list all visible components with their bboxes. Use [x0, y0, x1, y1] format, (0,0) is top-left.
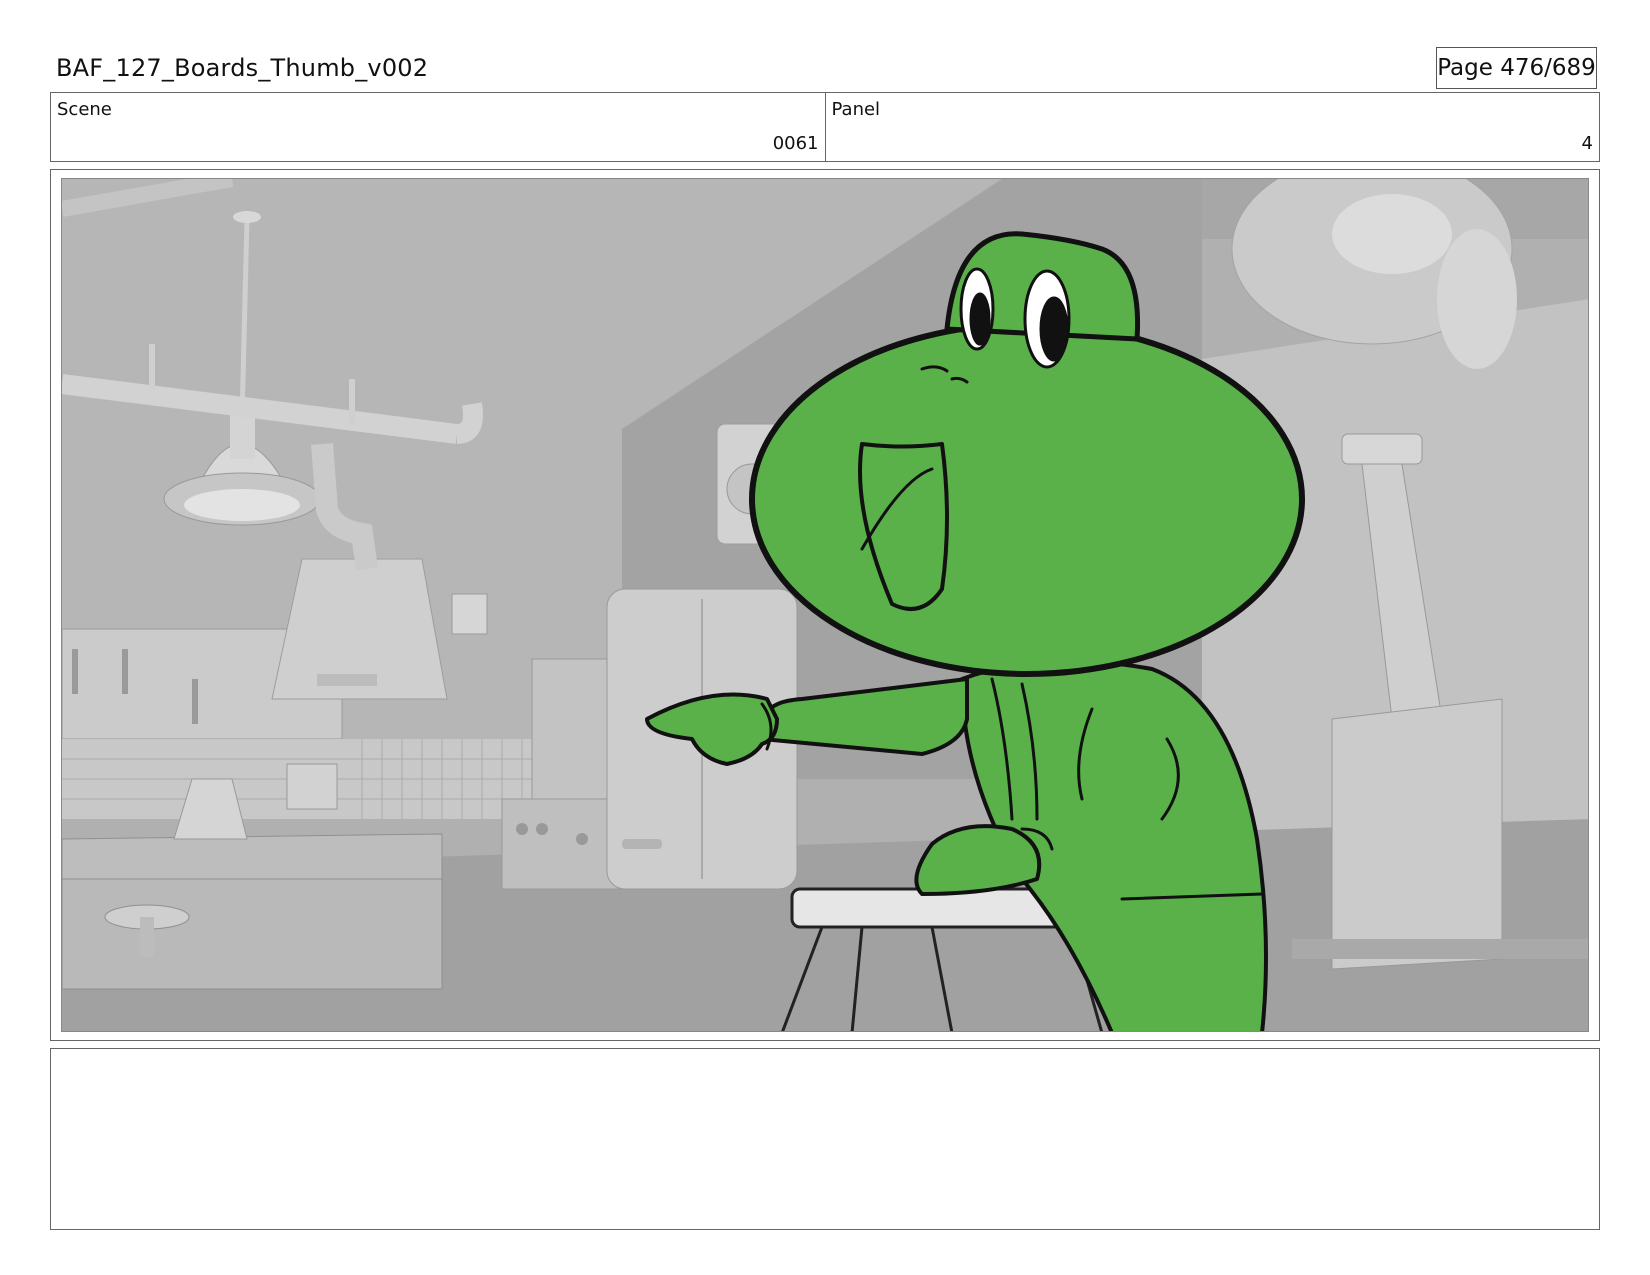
scene-number: 0061	[772, 133, 819, 154]
page-indicator: Page 476/689	[1436, 47, 1597, 89]
panel-notes-box	[50, 1048, 1600, 1230]
document-title: BAF_127_Boards_Thumb_v002	[56, 54, 429, 82]
panel-number: 4	[1581, 133, 1593, 154]
panel-cell: Panel 4	[824, 93, 1600, 161]
storyboard-panel-image	[61, 178, 1589, 1032]
kitchen-scene-illustration	[62, 179, 1588, 1031]
scene-cell: Scene 0061	[51, 93, 825, 161]
storyboard-panel-frame	[50, 169, 1600, 1041]
scene-panel-info-bar: Scene 0061 Panel 4	[50, 92, 1600, 162]
scene-label: Scene	[57, 99, 112, 120]
panel-label: Panel	[831, 99, 881, 120]
